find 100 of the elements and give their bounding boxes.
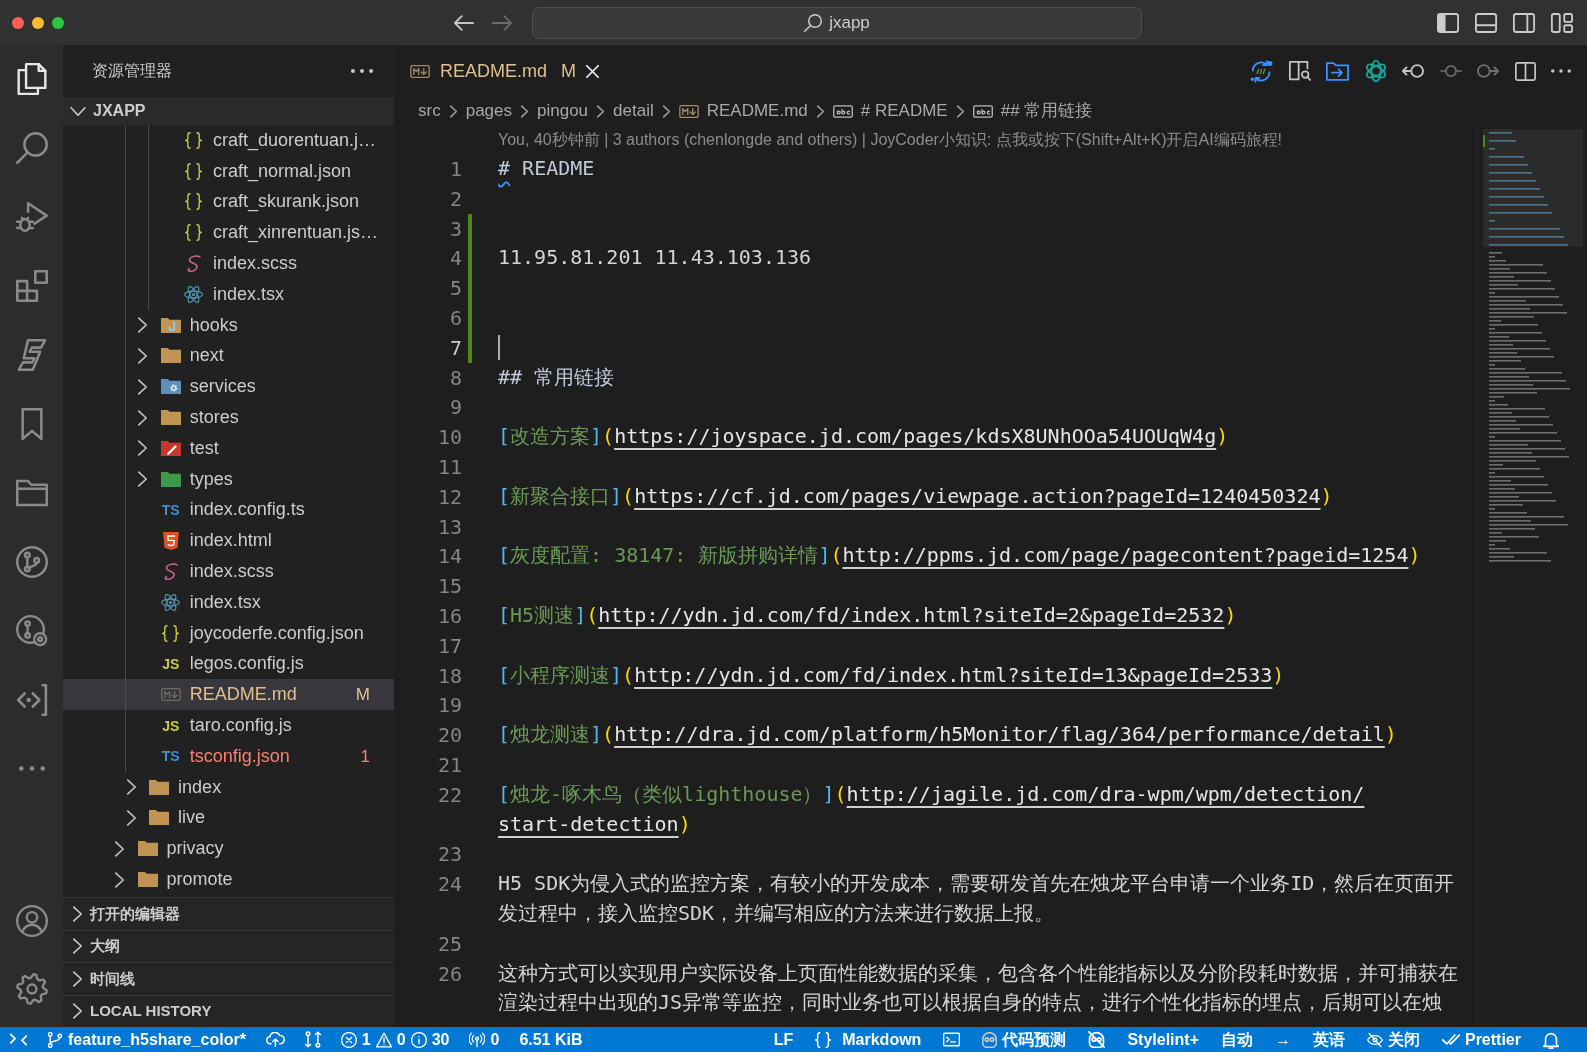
line-number: 23 (437, 841, 462, 869)
status-item[interactable]: 英语 (1312, 1027, 1345, 1052)
window-zoom-icon[interactable] (52, 16, 64, 29)
tree-item[interactable]: craft_xinrentuan.js… (63, 217, 394, 249)
tree-item[interactable]: index.html (63, 525, 394, 557)
tree-item[interactable]: README.md M (63, 679, 394, 711)
section-header[interactable]: 打开的编辑器 (63, 897, 394, 930)
files-icon[interactable] (15, 63, 48, 95)
settings-icon[interactable] (15, 973, 48, 1005)
git-history-icon[interactable] (15, 615, 48, 647)
search-icon[interactable] (15, 132, 48, 164)
code-line: [新聚合接口](https://cf.jd.com/pages/viewpage.action?pageId=1240450324) (498, 482, 1333, 510)
window-close-icon[interactable] (12, 16, 24, 29)
line-number: 3 (449, 215, 462, 243)
codelens-text[interactable]: You, 40秒钟前 | 3 authors (chenlongde and others) | JoyCoder小知识: 点我或按下(Shift+Alt+K)开启AI编码旅程! (498, 127, 1283, 152)
tree-item[interactable]: craft_normal.json (63, 155, 394, 187)
prettier-button[interactable]: Prettier (1441, 1027, 1521, 1052)
goggles-slash-icon[interactable] (1088, 1031, 1106, 1048)
tree-item[interactable]: JS taro.config.js (63, 710, 394, 741)
tree-item[interactable]: index.scss (63, 556, 394, 587)
cloud-upload-icon[interactable] (265, 1032, 285, 1047)
status-item[interactable]: Stylelint+ (1127, 1027, 1199, 1052)
breadcrumb-item[interactable]: # README (832, 98, 948, 124)
custom-layout-icon[interactable] (1551, 12, 1573, 33)
more-icon[interactable] (18, 766, 45, 771)
tree-item[interactable]: craft_skurank.json (63, 186, 394, 218)
line-number: 25 (437, 930, 462, 958)
folder-arrow-icon[interactable] (1326, 61, 1349, 81)
sync-icon[interactable] (1250, 59, 1273, 83)
language-button[interactable]: Markdown (815, 1027, 922, 1052)
run-debug-icon[interactable] (15, 201, 48, 233)
tree-item[interactable]: live (63, 802, 394, 834)
split-editor-icon[interactable] (1514, 61, 1536, 81)
breadcrumb-item[interactable]: detail (613, 98, 654, 124)
window-minimize-icon[interactable] (32, 16, 44, 29)
tree-item[interactable]: index.tsx (63, 586, 394, 618)
prediction-button[interactable]: 代码预测 (982, 1027, 1067, 1052)
tree-item[interactable]: types (63, 463, 394, 495)
toggle-button[interactable]: 关闭 (1366, 1027, 1420, 1052)
command-center[interactable]: jxapp (532, 6, 1142, 39)
commit-icon[interactable] (1439, 65, 1462, 77)
more-icon[interactable] (351, 69, 373, 73)
tree-item[interactable]: hooks (63, 309, 394, 341)
tree-item[interactable]: test (63, 432, 394, 464)
breadcrumb-item[interactable]: pingou (537, 98, 589, 124)
line-number: 18 (437, 662, 462, 690)
extensions-icon[interactable] (15, 270, 48, 302)
tree-item[interactable]: TS tsconfig.json 1 (63, 740, 394, 772)
compare-icon[interactable] (304, 1031, 321, 1048)
tree-item[interactable]: index.scss (63, 248, 394, 279)
breadcrumb-item[interactable]: src (418, 98, 441, 124)
more-icon[interactable] (1551, 69, 1571, 73)
circle-arrow-icon[interactable] (1402, 64, 1424, 78)
status-item[interactable]: 6.51 KiB (519, 1027, 583, 1052)
tree-item[interactable]: next (63, 340, 394, 372)
tree-item[interactable]: promote (63, 864, 394, 895)
close-icon[interactable] (586, 64, 599, 78)
tree-item[interactable]: joycoderfe.config.json (63, 617, 394, 649)
terminal-icon[interactable] (943, 1032, 961, 1047)
forward-arrow-icon[interactable] (492, 14, 512, 31)
ports-button[interactable]: 0 (469, 1027, 500, 1052)
bell-icon[interactable] (1543, 1030, 1559, 1049)
tree-item[interactable]: index (63, 771, 394, 803)
git-graph-icon[interactable] (15, 546, 48, 578)
atom-icon (161, 593, 181, 611)
status-item[interactable]: LF (773, 1027, 794, 1052)
tree-item[interactable]: services (63, 371, 394, 403)
ts-icon: TS (161, 502, 180, 517)
slanted-s-icon[interactable] (15, 339, 48, 371)
knot-icon[interactable] (1364, 60, 1387, 82)
panel-layout-icon[interactable] (1475, 12, 1497, 33)
breadcrumb-item[interactable]: pages (465, 98, 512, 124)
tree-item[interactable]: craft_duorentuan.j… (63, 125, 394, 156)
chevron-right-icon (816, 104, 824, 118)
preview-icon[interactable] (1288, 61, 1311, 81)
status-item[interactable]: → (1274, 1027, 1291, 1052)
line-number: 17 (437, 632, 462, 660)
remote-icon[interactable] (10, 1033, 27, 1046)
folder-icon (149, 779, 170, 795)
section-header[interactable]: 时间线 (63, 962, 394, 995)
tree-item[interactable]: TS index.config.ts (63, 494, 394, 526)
account-icon[interactable] (15, 905, 48, 937)
code-bracket-icon[interactable] (15, 684, 48, 716)
line-number: 11 (437, 453, 462, 481)
sidebar-layout-icon[interactable] (1437, 12, 1459, 33)
branch-button[interactable]: feature_h5share_color* (47, 1027, 246, 1052)
status-item[interactable]: 自动 (1220, 1027, 1253, 1052)
tree-item[interactable]: privacy (63, 833, 394, 865)
folder-header[interactable]: JXAPP (63, 97, 394, 125)
tree-item[interactable]: stores (63, 402, 394, 433)
tree-item[interactable]: index.tsx (63, 279, 394, 310)
section-header[interactable]: 大纲 (63, 929, 394, 962)
back-arrow-icon[interactable] (454, 14, 474, 31)
section-header[interactable]: LOCAL HISTORY (63, 994, 394, 1027)
tree-item[interactable]: JS legos.config.js (63, 648, 394, 680)
breadcrumb-item[interactable]: README.md (678, 98, 808, 124)
folder-icon[interactable] (15, 477, 48, 509)
breadcrumb-item[interactable]: ## 常用链接 (972, 98, 1093, 124)
problems-button[interactable]: 1 0 30 (340, 1027, 450, 1052)
split-layout-icon[interactable] (1513, 12, 1535, 33)
